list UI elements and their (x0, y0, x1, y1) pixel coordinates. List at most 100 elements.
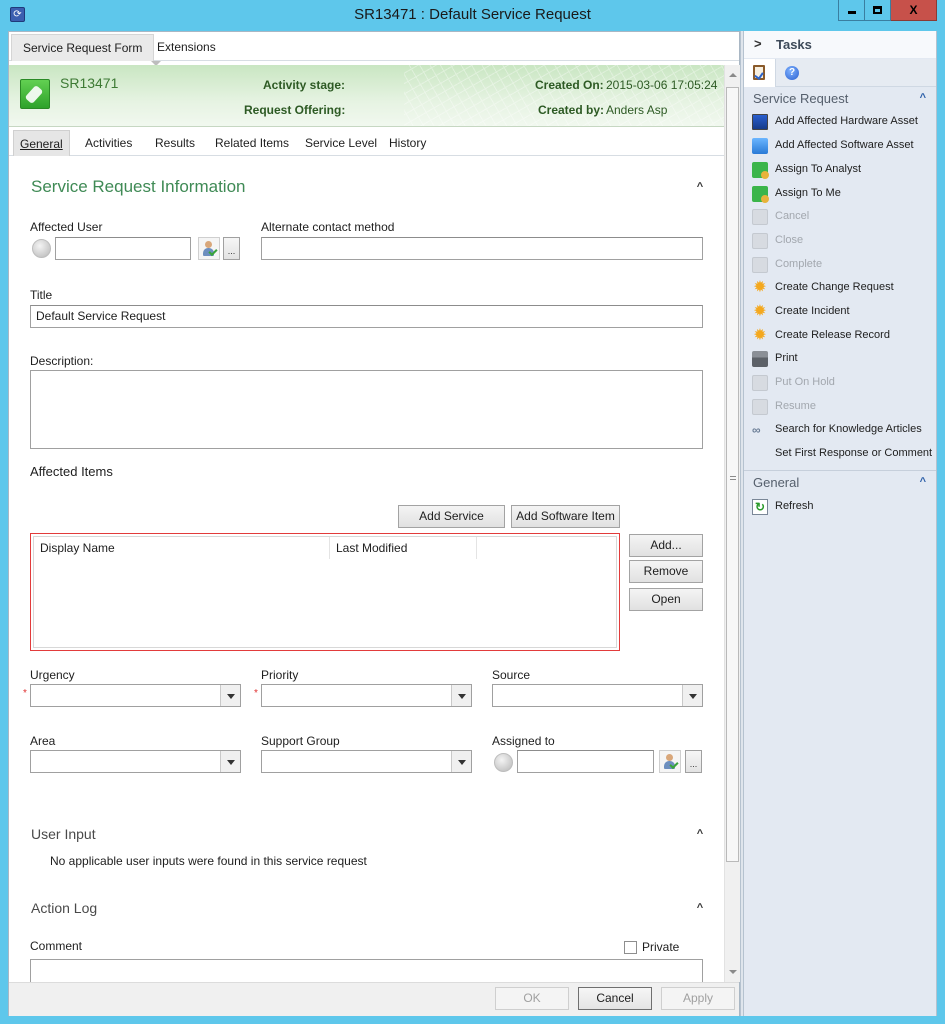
collapse-action-log-icon[interactable]: ^ (695, 903, 705, 914)
assignee-status-icon (494, 753, 513, 772)
tab-service-level[interactable]: Service Level (299, 130, 383, 156)
scroll-down-icon[interactable] (729, 970, 737, 974)
private-label: Private (642, 940, 680, 954)
column-header-empty (477, 537, 618, 559)
scroll-up-icon[interactable] (729, 73, 737, 77)
priority-select[interactable] (261, 684, 472, 707)
task-group-divider (744, 470, 936, 471)
affected-user-input[interactable] (55, 237, 191, 260)
priority-required-marker: * (254, 688, 258, 699)
clipboard-icon (753, 65, 765, 80)
title-input[interactable]: Default Service Request (30, 305, 703, 328)
collapse-section-icon[interactable]: ^ (695, 182, 705, 193)
urgency-label: Urgency (30, 668, 75, 682)
add-service-button[interactable]: Add Service (398, 505, 505, 528)
add-software-item-button[interactable]: Add Software Item (511, 505, 620, 528)
task-add-affected-software-asset[interactable]: Add Affected Software Asset (752, 136, 932, 156)
tab-history[interactable]: History (383, 130, 432, 156)
minimize-button[interactable] (838, 0, 865, 21)
area-label: Area (30, 734, 56, 748)
task-print[interactable]: Print (752, 349, 932, 369)
task-set-first-response[interactable]: Set First Response or Comment (752, 444, 932, 464)
task-cancel[interactable]: Cancel (752, 207, 932, 227)
private-checkbox[interactable] (624, 941, 637, 954)
task-resume[interactable]: Resume (752, 397, 932, 417)
user-input-message: No applicable user inputs were found in … (50, 854, 367, 868)
task-create-incident[interactable]: ✹ Create Incident (752, 302, 932, 322)
task-search-knowledge-articles[interactable]: ∞ Search for Knowledge Articles (752, 420, 932, 440)
description-textarea[interactable] (30, 370, 703, 449)
task-close[interactable]: Close (752, 231, 932, 251)
open-item-button[interactable]: Open (629, 588, 703, 611)
comment-textarea[interactable] (30, 959, 703, 982)
created-on-value: 2015-03-06 17:05:24 (606, 78, 718, 92)
grid-body: Display Name Last Modified (33, 536, 617, 648)
close-button[interactable]: X (891, 0, 937, 21)
affected-user-label: Affected User (30, 220, 103, 234)
section-title-service-request-information: Service Request Information (31, 177, 246, 196)
dialog-footer: OK Cancel Apply (9, 982, 739, 1016)
maximize-button[interactable] (865, 0, 891, 21)
general-tab-content: Service Request Information ^ Affected U… (9, 157, 724, 982)
description-label: Description: (30, 354, 94, 368)
cancel-button[interactable]: Cancel (578, 987, 652, 1010)
remove-item-button[interactable]: Remove (629, 560, 703, 583)
collapse-user-input-icon[interactable]: ^ (695, 829, 705, 840)
window-controls: X (838, 0, 937, 21)
source-select[interactable] (492, 684, 703, 707)
task-group-title: General (753, 475, 800, 490)
apply-button[interactable]: Apply (661, 987, 735, 1010)
print-icon (752, 351, 768, 367)
task-assign-to-me[interactable]: Assign To Me (752, 184, 932, 204)
pick-affected-user-button[interactable] (198, 237, 220, 260)
created-by-label: Created by: (538, 103, 605, 117)
add-item-button[interactable]: Add... (629, 534, 703, 557)
task-create-change-request[interactable]: ✹ Create Change Request (752, 278, 932, 298)
software-asset-icon (752, 138, 768, 154)
task-complete[interactable]: Complete (752, 255, 932, 275)
chevron-right-icon[interactable]: > (754, 36, 762, 51)
tab-extensions[interactable]: Extensions (146, 34, 227, 61)
task-create-release-record[interactable]: ✹ Create Release Record (752, 326, 932, 346)
grip-icon (730, 476, 736, 480)
tab-related-items[interactable]: Related Items (209, 130, 295, 156)
ok-button[interactable]: OK (495, 987, 569, 1010)
comment-label: Comment (30, 939, 83, 953)
assigned-to-input[interactable] (517, 750, 654, 773)
tab-results[interactable]: Results (149, 130, 201, 156)
form-client-area: Service Request Form Extensions SR13471 … (8, 31, 740, 1016)
task-put-on-hold[interactable]: Put On Hold (752, 373, 932, 393)
urgency-select[interactable] (30, 684, 241, 707)
task-refresh[interactable]: ↻ Refresh (752, 497, 932, 517)
browse-assignee-button[interactable]: ... (685, 750, 702, 773)
collapse-group-icon[interactable]: ^ (920, 92, 926, 104)
task-label: Refresh (775, 500, 814, 512)
alternate-contact-input[interactable] (261, 237, 703, 260)
knowledge-link-icon: ∞ (752, 423, 761, 437)
resume-icon (752, 399, 768, 415)
priority-label: Priority (261, 668, 299, 682)
tasks-pane: > Tasks ? Service Request ^ Add Affected… (744, 31, 937, 1016)
browse-affected-user-button[interactable]: ... (223, 237, 240, 260)
tab-tasks[interactable] (744, 59, 776, 87)
pick-assignee-button[interactable] (659, 750, 681, 773)
collapse-group-icon[interactable]: ^ (920, 476, 926, 488)
tab-help[interactable]: ? (777, 59, 809, 87)
hardware-asset-icon (752, 114, 768, 130)
vertical-scrollbar[interactable] (724, 65, 740, 982)
task-assign-to-analyst[interactable]: Assign To Analyst (752, 160, 932, 180)
column-header-last-modified[interactable]: Last Modified (330, 537, 477, 559)
support-group-select[interactable] (261, 750, 472, 773)
area-select[interactable] (30, 750, 241, 773)
maximize-icon (873, 6, 882, 14)
request-offering-label: Request Offering: (244, 103, 346, 117)
tab-activities[interactable]: Activities (79, 130, 138, 156)
affected-items-grid[interactable]: Display Name Last Modified (30, 533, 620, 651)
tab-general[interactable]: General (13, 130, 70, 156)
task-add-affected-hardware-asset[interactable]: Add Affected Hardware Asset (752, 112, 932, 132)
column-header-display-name[interactable]: Display Name (34, 537, 330, 559)
tab-service-request-form[interactable]: Service Request Form (11, 34, 155, 61)
scrollbar-thumb[interactable] (726, 87, 739, 862)
cancel-icon (752, 209, 768, 225)
task-label: Create Incident (775, 305, 850, 317)
